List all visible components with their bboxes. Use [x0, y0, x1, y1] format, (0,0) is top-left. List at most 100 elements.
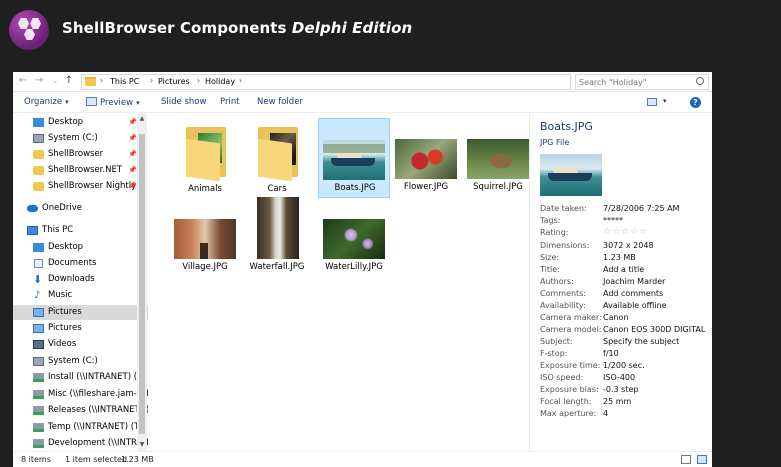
network-drive-icon — [33, 423, 44, 432]
breadcrumb-chevron-icon[interactable]: › — [100, 76, 103, 85]
file-name: Cars — [267, 184, 287, 194]
forward-arrow-icon[interactable]: → — [33, 75, 45, 87]
back-arrow-icon[interactable]: ← — [17, 75, 29, 87]
command-bar: Organize ▾ Preview ▾ Slide show Print New … — [13, 93, 712, 113]
prop-iso-speed[interactable]: ISO-400 — [603, 373, 635, 382]
pictures-icon — [33, 324, 44, 333]
help-icon[interactable]: ? — [690, 97, 701, 108]
image-thumbnail — [323, 140, 385, 180]
folder-icon — [33, 150, 44, 159]
organize-button[interactable]: Organize ▾ — [24, 97, 69, 107]
image-thumbnail — [395, 139, 457, 179]
breadcrumb-chevron-icon[interactable]: › — [197, 76, 200, 85]
nav-item-pictures[interactable]: Pictures — [13, 321, 148, 336]
file-item-animals[interactable]: Animals — [169, 119, 241, 199]
slide-show-button[interactable]: Slide show — [161, 97, 206, 107]
prop-subject[interactable]: Specify the subject — [603, 337, 679, 346]
pin-icon: 📌 — [128, 166, 137, 174]
nav-item-pc-desktop[interactable]: Desktop — [13, 240, 148, 255]
nav-item-releases[interactable]: Releases (\\INTRANET) (R:) — [13, 403, 148, 418]
file-name: Flower.JPG — [403, 182, 449, 192]
nav-item-this-pc[interactable]: This PC — [13, 223, 148, 238]
search-box[interactable] — [575, 74, 709, 90]
chevron-down-icon[interactable]: ▾ — [663, 97, 667, 105]
file-item-village[interactable]: Village.JPG — [169, 199, 241, 279]
up-arrow-icon[interactable]: ↑ — [63, 75, 75, 87]
nav-item-desktop[interactable]: Desktop 📌 — [13, 115, 148, 130]
details-preview-image — [540, 154, 602, 196]
file-item-waterlilly[interactable]: WaterLilly.JPG — [318, 199, 390, 279]
nav-label: ShellBrowser.NET — [48, 165, 123, 175]
nav-item-pictures-selected[interactable]: Pictures — [13, 305, 148, 320]
prop-label: Size: — [540, 253, 560, 262]
nav-item-system-c[interactable]: System (C:) 📌 — [13, 131, 148, 146]
scroll-down-icon[interactable]: ▼ — [137, 441, 147, 449]
search-icon[interactable] — [696, 77, 704, 85]
prop-camera-model[interactable]: Canon EOS 300D DIGITAL — [603, 325, 705, 334]
nav-item-misc[interactable]: Misc (\\fileshare.jam-software.com — [13, 387, 148, 402]
address-box[interactable]: › This PC › Pictures › Holiday › — [81, 74, 571, 90]
breadcrumb-holiday[interactable]: Holiday — [205, 77, 235, 86]
document-icon — [34, 259, 43, 268]
new-folder-button[interactable]: New folder — [257, 97, 303, 107]
details-file-type: JPG File — [540, 138, 570, 147]
breadcrumb-chevron-icon[interactable]: › — [150, 76, 153, 85]
file-item-cars[interactable]: Cars — [241, 119, 313, 199]
prop-f-stop[interactable]: f/10 — [603, 349, 619, 358]
prop-authors[interactable]: Joachim Marder — [603, 277, 665, 286]
nav-item-documents[interactable]: Documents — [13, 256, 148, 271]
address-bar-row: ← → ⌄ ↑ › This PC › Pictures › Holiday › — [13, 72, 712, 92]
prop-camera-maker[interactable]: Canon — [603, 313, 629, 322]
prop-date-taken[interactable]: 7/28/2006 7:25 AM — [603, 204, 679, 213]
nav-item-install[interactable]: Install (\\INTRANET) (I:) — [13, 370, 148, 385]
nav-item-downloads[interactable]: ⬇ Downloads — [13, 272, 148, 287]
prop-size: 1.23 MB — [603, 253, 636, 262]
recent-chevron-down-icon[interactable]: ⌄ — [49, 75, 61, 87]
nav-item-videos[interactable]: Videos — [13, 337, 148, 352]
prop-label: Exposure time: — [540, 361, 601, 370]
prop-exposure-bias[interactable]: -0.3 step — [603, 385, 638, 394]
download-arrow-icon: ⬇ — [33, 273, 43, 286]
breadcrumb-chevron-icon[interactable]: › — [239, 76, 242, 85]
breadcrumb-this-pc[interactable]: This PC — [110, 77, 139, 86]
large-icons-view-icon[interactable] — [697, 455, 707, 464]
nav-item-shellbrowser-net[interactable]: ShellBrowser.NET 📌 — [13, 163, 148, 178]
prop-max-aperture[interactable]: 4 — [603, 409, 608, 418]
nav-item-shellbrowser-nightly[interactable]: ShellBrowser Nightly 📌 — [13, 179, 148, 194]
brand-edition: Delphi Edition — [291, 19, 413, 37]
file-name: Waterfall.JPG — [249, 262, 305, 272]
prop-exposure-time[interactable]: 1/200 sec. — [603, 361, 645, 370]
nav-label: Install (\\INTRANET) (I:) — [48, 372, 146, 382]
chevron-down-icon: ▾ — [65, 98, 69, 106]
image-thumbnail — [174, 219, 236, 259]
file-item-boats[interactable]: Boats.JPG — [318, 118, 390, 198]
nav-item-onedrive[interactable]: OneDrive — [13, 201, 148, 216]
file-name: Village.JPG — [182, 262, 228, 272]
change-view-icon[interactable] — [647, 98, 657, 106]
file-item-flower[interactable]: Flower.JPG — [390, 119, 462, 199]
breadcrumb-pictures[interactable]: Pictures — [158, 77, 190, 86]
preview-button[interactable]: Preview ▾ — [86, 97, 140, 108]
nav-item-temp[interactable]: Temp (\\INTRANET) (T:) — [13, 420, 148, 435]
nav-item-shellbrowser[interactable]: ShellBrowser 📌 — [13, 147, 148, 162]
drive-icon — [33, 357, 44, 366]
prop-tags[interactable]: ***** — [603, 216, 623, 225]
nav-item-music[interactable]: ♪ Music — [13, 288, 148, 303]
prop-label: Camera maker: — [540, 313, 602, 322]
status-selected-size: 1.23 MB — [121, 455, 154, 464]
scroll-thumb[interactable] — [139, 134, 145, 434]
file-item-waterfall[interactable]: Waterfall.JPG — [241, 197, 313, 279]
nav-label: Pictures — [48, 307, 82, 317]
prop-comments[interactable]: Add comments — [603, 289, 663, 298]
details-view-icon[interactable] — [681, 455, 691, 464]
file-item-squirrel[interactable]: Squirrel.JPG — [462, 119, 534, 199]
prop-title[interactable]: Add a title — [603, 265, 644, 274]
print-button[interactable]: Print — [220, 97, 240, 107]
scroll-up-icon[interactable]: ▲ — [137, 115, 147, 123]
search-input[interactable] — [579, 76, 689, 89]
nav-scrollbar[interactable]: ▲ ▼ — [137, 114, 147, 451]
rating-stars[interactable]: ☆☆☆☆☆ — [603, 227, 648, 237]
prop-focal-length[interactable]: 25 mm — [603, 397, 631, 406]
nav-item-system-c-drive[interactable]: System (C:) — [13, 354, 148, 369]
nav-item-development[interactable]: Development (\\INTRANET) — [13, 436, 148, 451]
